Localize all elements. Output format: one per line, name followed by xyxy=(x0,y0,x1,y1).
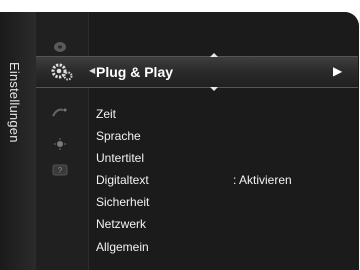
right-arrow-icon: ▶ xyxy=(333,64,343,78)
menu-item-zeit[interactable]: Zeit xyxy=(96,107,116,121)
menu-item-allgemein[interactable]: Allgemein xyxy=(96,240,149,254)
disc-icon xyxy=(52,39,68,55)
menu-item-digitaltext[interactable]: Digitaltext xyxy=(96,173,149,187)
question-icon: ? xyxy=(51,163,69,177)
menu-item-sprache[interactable]: Sprache xyxy=(96,129,141,143)
gear-icon xyxy=(50,62,74,82)
down-arrow-icon xyxy=(210,87,218,91)
left-arrow-icon: ◀ xyxy=(89,66,96,75)
icon-column: ? xyxy=(36,12,88,270)
up-arrow-icon xyxy=(210,53,218,57)
menu-item-sicherheit[interactable]: Sicherheit xyxy=(96,195,149,209)
menu-item-untertitel[interactable]: Untertitel xyxy=(96,151,144,165)
highlighted-item-label: Plug & Play xyxy=(96,64,174,80)
sun-icon xyxy=(52,137,68,151)
digitaltext-value: : Aktivieren xyxy=(233,173,292,187)
menu-item-plug-and-play[interactable] xyxy=(36,56,358,88)
side-tab-label: Einstellungen xyxy=(7,62,22,143)
satellite-icon xyxy=(50,106,70,118)
settings-panel: Einstellungen ? xyxy=(0,12,359,270)
menu-item-netzwerk[interactable]: Netzwerk xyxy=(96,217,146,231)
svg-text:?: ? xyxy=(58,166,63,175)
side-tab: Einstellungen xyxy=(0,12,36,270)
